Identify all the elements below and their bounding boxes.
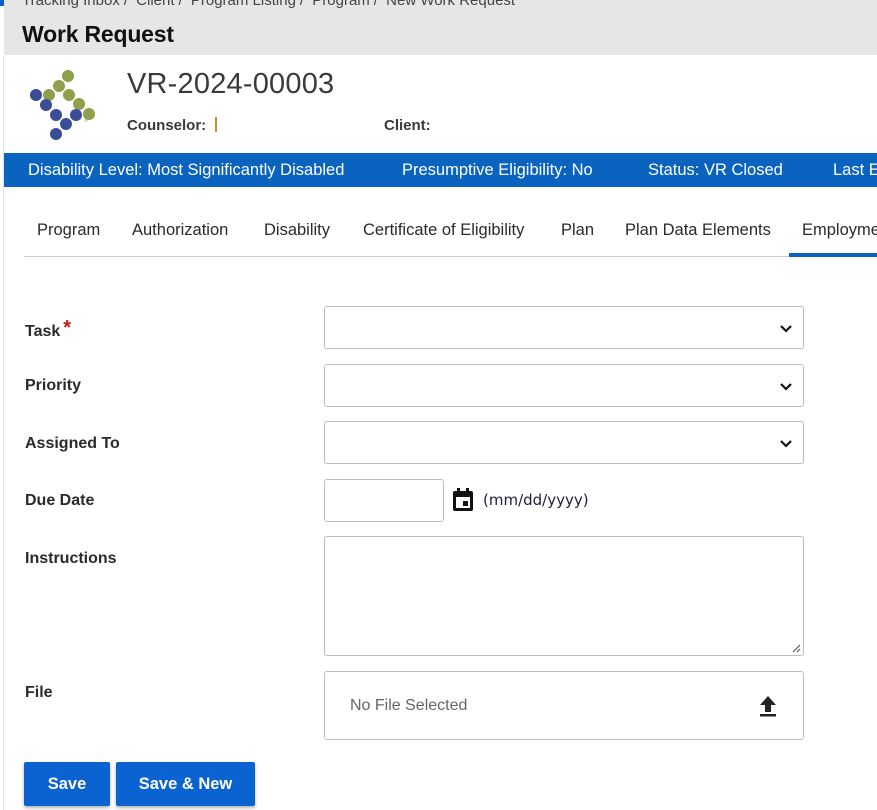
chevron-down-icon — [780, 383, 792, 391]
program-tabs: Program Authorization Disability Certifi… — [24, 205, 877, 257]
chevron-down-icon — [780, 440, 792, 448]
chevron-down-icon — [780, 325, 792, 333]
breadcrumb-separator: / — [299, 0, 305, 9]
calendar-icon[interactable] — [452, 488, 474, 512]
due-date-input[interactable] — [324, 479, 444, 522]
logo-dot — [62, 70, 74, 82]
tab-plan[interactable]: Plan — [561, 221, 594, 240]
logo-dot — [50, 128, 62, 140]
task-select[interactable] — [324, 306, 804, 349]
logo-dot — [60, 118, 72, 130]
file-upload-field[interactable]: No File Selected — [324, 671, 804, 740]
disability-level-status: Disability Level: Most Significantly Dis… — [28, 161, 345, 179]
presumptive-eligibility-status: Presumptive Eligibility: No — [402, 161, 593, 179]
breadcrumb-separator: / — [123, 0, 128, 9]
case-id: VR-2024-00003 — [127, 68, 335, 100]
date-format-hint: (mm/dd/yyyy) — [483, 491, 589, 509]
tab-plan-data-elements[interactable]: Plan Data Elements — [625, 221, 771, 240]
logo-dot — [63, 89, 75, 101]
tab-authorization[interactable]: Authorization — [132, 221, 228, 240]
priority-select[interactable] — [324, 364, 804, 407]
instructions-textarea[interactable] — [324, 536, 804, 656]
required-asterisk: * — [63, 317, 72, 339]
case-status-bar: Disability Level: Most Significantly Dis… — [4, 153, 877, 187]
file-label: File — [25, 684, 53, 701]
last-status-truncated: Last E — [833, 161, 877, 179]
assigned-to-label: Assigned To — [25, 435, 120, 452]
logo-dot — [40, 99, 52, 111]
breadcrumb-item-current: New Work Request — [386, 0, 516, 9]
resize-handle-icon[interactable] — [791, 643, 801, 653]
due-date-label: Due Date — [25, 492, 95, 509]
task-label: Task * — [25, 317, 72, 342]
page-header: Tracking Inbox / Client / Program Listing /… — [4, 0, 877, 55]
tab-program[interactable]: Program — [37, 221, 100, 240]
tab-disability[interactable]: Disability — [264, 221, 330, 240]
priority-label: Priority — [25, 377, 82, 394]
registered-mark: ® — [84, 118, 88, 124]
breadcrumb-item-client[interactable]: Client — [136, 0, 174, 9]
assigned-to-select[interactable] — [324, 421, 804, 464]
breadcrumb-separator: / — [373, 0, 378, 9]
upload-icon[interactable] — [757, 694, 779, 718]
counselor-value — [215, 117, 217, 132]
logo-dot — [53, 80, 65, 92]
tab-certificate-of-eligibility[interactable]: Certificate of Eligibility — [363, 221, 524, 240]
vr-status: Status: VR Closed — [648, 161, 783, 179]
agency-logo: ® — [26, 66, 106, 142]
logo-dot — [70, 109, 82, 121]
task-label-text: Task — [25, 323, 61, 340]
save-button[interactable]: Save — [24, 762, 110, 806]
breadcrumb-separator: / — [178, 0, 183, 9]
tab-employment[interactable]: Employme — [802, 221, 877, 240]
breadcrumb-item-tracking-inbox[interactable]: Tracking Inbox — [22, 0, 120, 9]
client-label: Client: — [384, 117, 431, 134]
breadcrumb-item-program-listing[interactable]: Program Listing — [191, 0, 296, 9]
counselor-label: Counselor: — [127, 117, 207, 134]
file-status-text: No File Selected — [350, 697, 468, 714]
instructions-label: Instructions — [25, 550, 117, 567]
active-tab-indicator — [789, 253, 877, 257]
save-and-new-button[interactable]: Save & New — [116, 762, 255, 806]
breadcrumb-item-program[interactable]: Program — [312, 0, 370, 9]
logo-dot — [30, 89, 42, 101]
breadcrumb: Tracking Inbox / Client / Program Listing /… — [22, 0, 519, 9]
page-title: Work Request — [22, 21, 174, 47]
logo-dot — [50, 109, 62, 121]
